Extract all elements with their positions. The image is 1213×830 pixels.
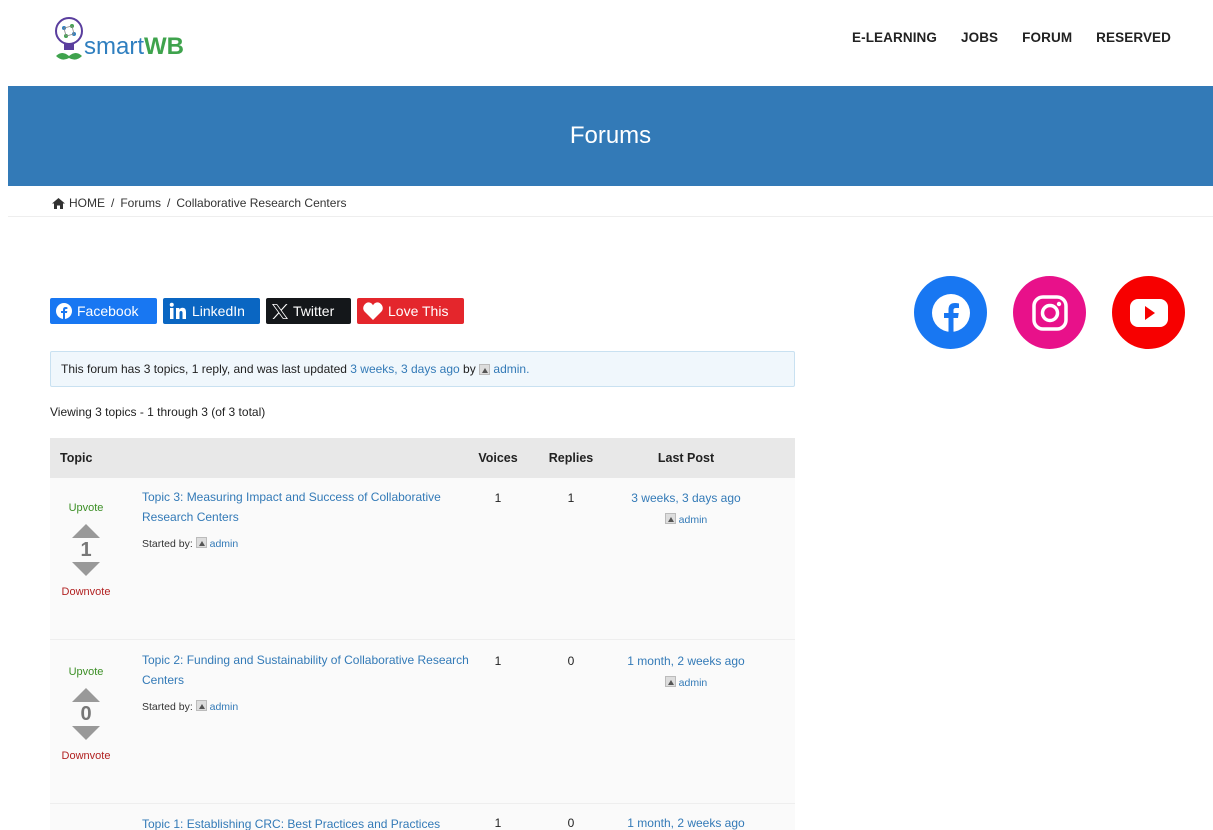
replies-count: 1 (567, 491, 575, 505)
page-title: Forums (569, 122, 652, 149)
table-row: Upvote 0 Downvote Topic 2: Funding and S… (50, 640, 795, 804)
topic-started-by: Started by: admin (142, 700, 238, 713)
breadcrumb: HOME / Forums / Collaborative Research C… (52, 196, 346, 210)
downvote-link[interactable]: Downvote (50, 586, 122, 598)
topic-author-link[interactable]: admin (210, 538, 239, 550)
divider (8, 216, 1213, 217)
downvote-link[interactable]: Downvote (50, 750, 122, 762)
topic-title-link[interactable]: Topic 3: Measuring Impact and Success of… (142, 487, 472, 527)
last-post: 3 weeks, 3 days ago admin (616, 491, 756, 526)
last-post-time-link[interactable]: 3 weeks, 3 days ago (616, 491, 756, 505)
topic-title-link[interactable]: Topic 2: Funding and Sustainability of C… (142, 650, 472, 690)
started-by-label: Started by: (142, 701, 193, 713)
x-icon (272, 303, 288, 319)
love-this-label: Love This (388, 303, 449, 319)
heart-icon (363, 302, 383, 320)
site-header: smartWB E-LEARNING JOBS FORUM RESERVED (0, 0, 1213, 86)
upvote-link[interactable]: Upvote (50, 502, 122, 514)
social-links (914, 276, 1185, 349)
column-replies: Replies (548, 451, 594, 465)
avatar (195, 537, 207, 548)
voices-count: 1 (494, 654, 502, 668)
notice-text: This forum has 3 topics, 1 reply, and wa… (61, 362, 347, 376)
column-voices: Voices (478, 451, 518, 465)
last-post-author: admin (616, 513, 756, 526)
topics-count: Viewing 3 topics - 1 through 3 (of 3 tot… (50, 405, 266, 419)
share-facebook-label: Facebook (77, 303, 139, 319)
main-nav: E-LEARNING JOBS FORUM RESERVED (852, 30, 1171, 45)
started-by-label: Started by: (142, 538, 193, 550)
breadcrumb-separator: / (167, 196, 171, 210)
last-post: 1 month, 2 weeks ago (616, 816, 756, 830)
facebook-icon (931, 293, 970, 333)
vote-widget: Upvote 0 Downvote (50, 666, 122, 762)
site-name: smartWB (84, 33, 184, 60)
breadcrumb-home[interactable]: HOME (69, 196, 105, 210)
last-post-author: admin (616, 676, 756, 689)
upvote-arrow-icon[interactable] (72, 524, 100, 538)
column-topic: Topic (60, 451, 93, 465)
linkedin-icon (169, 302, 186, 319)
topics-table: Topic Voices Replies Last Post Upvote 1 … (50, 438, 795, 830)
nav-item-forum[interactable]: FORUM (1022, 30, 1072, 45)
avatar (664, 676, 676, 687)
replies-count: 0 (567, 654, 575, 668)
topic-started-by: Started by: admin (142, 537, 238, 550)
notice-user-link[interactable]: admin. (493, 362, 529, 376)
table-header: Topic Voices Replies Last Post (50, 438, 795, 478)
last-post-time-link[interactable]: 1 month, 2 weeks ago (616, 816, 756, 830)
vote-count: 1 (80, 539, 92, 561)
last-post: 1 month, 2 weeks ago admin (616, 654, 756, 689)
breadcrumb-current: Collaborative Research Centers (176, 196, 347, 210)
love-this-button[interactable]: Love This (357, 298, 464, 324)
upvote-link[interactable]: Upvote (50, 666, 122, 678)
voices-count: 1 (494, 816, 502, 830)
topic-title-link[interactable]: Topic 1: Establishing CRC: Best Practice… (142, 814, 472, 830)
share-facebook-button[interactable]: Facebook (50, 298, 157, 324)
facebook-link[interactable] (914, 276, 987, 349)
site-logo[interactable]: smartWB (52, 12, 184, 62)
share-twitter-button[interactable]: Twitter (266, 298, 351, 324)
upvote-arrow-icon[interactable] (72, 688, 100, 702)
vote-count: 0 (80, 703, 92, 725)
share-linkedin-label: LinkedIn (192, 303, 245, 319)
share-buttons: Facebook LinkedIn Twitter Love This (50, 298, 464, 324)
notice-by: by (463, 362, 476, 376)
nav-item-jobs[interactable]: JOBS (961, 30, 998, 45)
nav-item-reserved[interactable]: RESERVED (1096, 30, 1171, 45)
facebook-icon (56, 303, 72, 319)
topic-author-link[interactable]: admin (210, 701, 239, 713)
avatar (664, 513, 676, 524)
table-row: Upvote 1 Downvote Topic 3: Measuring Imp… (50, 478, 795, 640)
share-twitter-label: Twitter (293, 303, 335, 319)
avatar (195, 700, 207, 711)
forum-info-notice: This forum has 3 topics, 1 reply, and wa… (50, 351, 795, 387)
breadcrumb-forums[interactable]: Forums (120, 196, 161, 210)
last-post-author-link[interactable]: admin (679, 677, 708, 689)
last-post-author-link[interactable]: admin (679, 514, 708, 526)
breadcrumb-separator: / (111, 196, 115, 210)
vote-widget: Upvote 1 Downvote (50, 502, 122, 598)
last-post-time-link[interactable]: 1 month, 2 weeks ago (616, 654, 756, 668)
nav-item-elearning[interactable]: E-LEARNING (852, 30, 937, 45)
youtube-icon (1129, 298, 1168, 327)
replies-count: 0 (567, 816, 575, 830)
notice-last-updated-link[interactable]: 3 weeks, 3 days ago (350, 362, 459, 376)
column-last-post: Last Post (657, 451, 715, 465)
share-linkedin-button[interactable]: LinkedIn (163, 298, 260, 324)
downvote-arrow-icon[interactable] (72, 562, 100, 576)
instagram-link[interactable] (1013, 276, 1086, 349)
page-banner: Forums (8, 86, 1213, 186)
lightbulb-logo-icon (55, 17, 83, 60)
table-row: Topic 1: Establishing CRC: Best Practice… (50, 804, 795, 830)
downvote-arrow-icon[interactable] (72, 726, 100, 740)
home-icon (52, 197, 65, 209)
avatar (479, 363, 491, 375)
voices-count: 1 (494, 491, 502, 505)
youtube-link[interactable] (1112, 276, 1185, 349)
instagram-icon (1031, 294, 1068, 331)
